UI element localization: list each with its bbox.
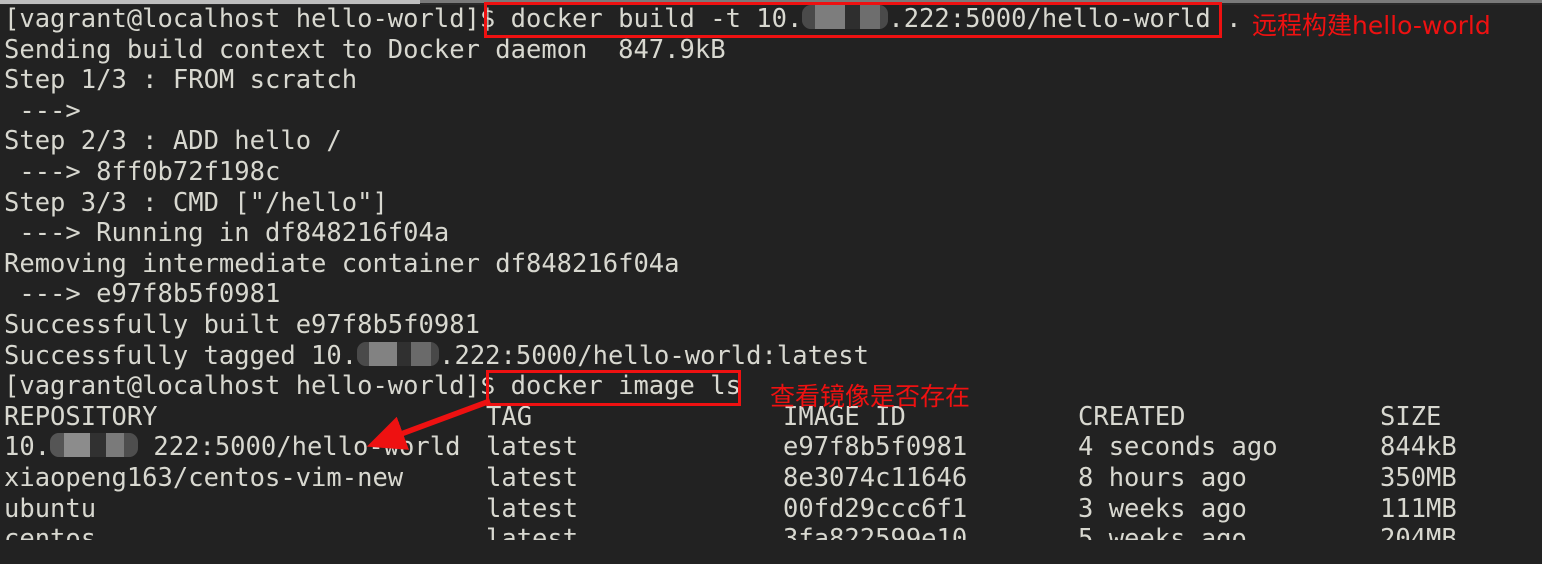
cell-created: 3 weeks ago bbox=[1078, 493, 1247, 524]
censored-ip-block-row bbox=[50, 433, 139, 458]
terminal-line-step-1-arrow: ---> bbox=[4, 95, 97, 126]
shell-prompt-2: [vagrant@localhost hello-world]$ bbox=[4, 371, 511, 402]
terminal-line-removing-container: Removing intermediate container df848216… bbox=[4, 248, 680, 279]
cell-created: 4 seconds ago bbox=[1078, 432, 1278, 463]
image-ls-command: docker image ls bbox=[510, 371, 741, 402]
cell-repository: centos bbox=[4, 524, 97, 541]
cell-repository: ubuntu bbox=[4, 493, 97, 524]
terminal-line-step-3: Step 3/3 : CMD ["/hello"] bbox=[4, 187, 388, 218]
terminal-line-successfully-tagged: Successfully tagged 10. .222:5000/hello-w… bbox=[4, 341, 1538, 372]
terminal-line-final-layer: ---> e97f8b5f0981 bbox=[4, 279, 281, 310]
cell-image-id: 00fd29ccc6f1 bbox=[783, 493, 968, 524]
window-chrome-edge-light-right bbox=[420, 0, 1542, 3]
column-header-repository: REPOSITORY bbox=[4, 401, 158, 432]
repository-suffix: 222:5000/hello-world bbox=[138, 432, 461, 463]
terminal-output[interactable]: [vagrant@localhost hello-world]$ docker … bbox=[4, 4, 1538, 540]
terminal-window: [vagrant@localhost hello-world]$ docker … bbox=[0, 0, 1542, 564]
cell-created: 8 hours ago bbox=[1078, 462, 1247, 493]
cell-image-id: e97f8b5f0981 bbox=[783, 432, 968, 463]
column-header-size: SIZE bbox=[1380, 401, 1442, 432]
tagged-text-suffix: .222:5000/hello-world:latest bbox=[439, 340, 869, 371]
cell-size: 111MB bbox=[1380, 493, 1457, 524]
build-command-prefix: docker build -t 10. bbox=[510, 4, 803, 34]
terminal-line-successfully-built: Successfully built e97f8b5f0981 bbox=[4, 309, 480, 340]
censored-ip-block-build bbox=[802, 5, 889, 29]
tagged-text-prefix: Successfully tagged 10. bbox=[4, 340, 358, 371]
cell-size: 844kB bbox=[1380, 432, 1457, 463]
column-header-tag: TAG bbox=[486, 401, 533, 432]
column-header-created: CREATED bbox=[1078, 401, 1186, 432]
cell-tag: latest bbox=[486, 524, 579, 541]
cell-repository: xiaopeng163/centos-vim-new bbox=[4, 462, 404, 493]
cell-image-id: 3fa822599e10 bbox=[783, 524, 968, 541]
build-command-suffix: .222:5000/hello-world . bbox=[888, 4, 1242, 34]
terminal-line-step-2: Step 2/3 : ADD hello / bbox=[4, 126, 342, 157]
cell-created: 5 weeks ago bbox=[1078, 524, 1247, 541]
censored-ip-block-tagged bbox=[357, 341, 440, 366]
cell-tag: latest bbox=[486, 493, 579, 524]
terminal-line-step-1: Step 1/3 : FROM scratch bbox=[4, 65, 358, 96]
repository-prefix: 10. bbox=[4, 432, 51, 463]
cell-tag: latest bbox=[486, 432, 579, 463]
table-row: centos latest 3fa822599e10 5 weeks ago 204MB bbox=[4, 524, 1538, 540]
cell-size: 350MB bbox=[1380, 462, 1457, 493]
cell-repository: 10. 222:5000/hello-world bbox=[4, 432, 486, 463]
cell-size: 204MB bbox=[1380, 524, 1457, 541]
annotation-build-note: 远程构建hello-world bbox=[1252, 11, 1491, 40]
table-row: 10. 222:5000/hello-world latest e97f8b5f09… bbox=[4, 432, 1538, 463]
terminal-line-step-2-layer: ---> 8ff0b72f198c bbox=[4, 156, 281, 187]
cell-image-id: 8e3074c11646 bbox=[783, 462, 968, 493]
shell-prompt: [vagrant@localhost hello-world]$ bbox=[4, 4, 511, 34]
table-row: xiaopeng163/centos-vim-new latest 8e3074c1… bbox=[4, 463, 1538, 494]
annotation-list-note: 查看镜像是否存在 bbox=[770, 382, 971, 411]
terminal-line-running-container: ---> Running in df848216f04a bbox=[4, 218, 450, 249]
table-row: ubuntu latest 00fd29ccc6f1 3 weeks ago 111MB bbox=[4, 494, 1538, 525]
cell-tag: latest bbox=[486, 462, 579, 493]
